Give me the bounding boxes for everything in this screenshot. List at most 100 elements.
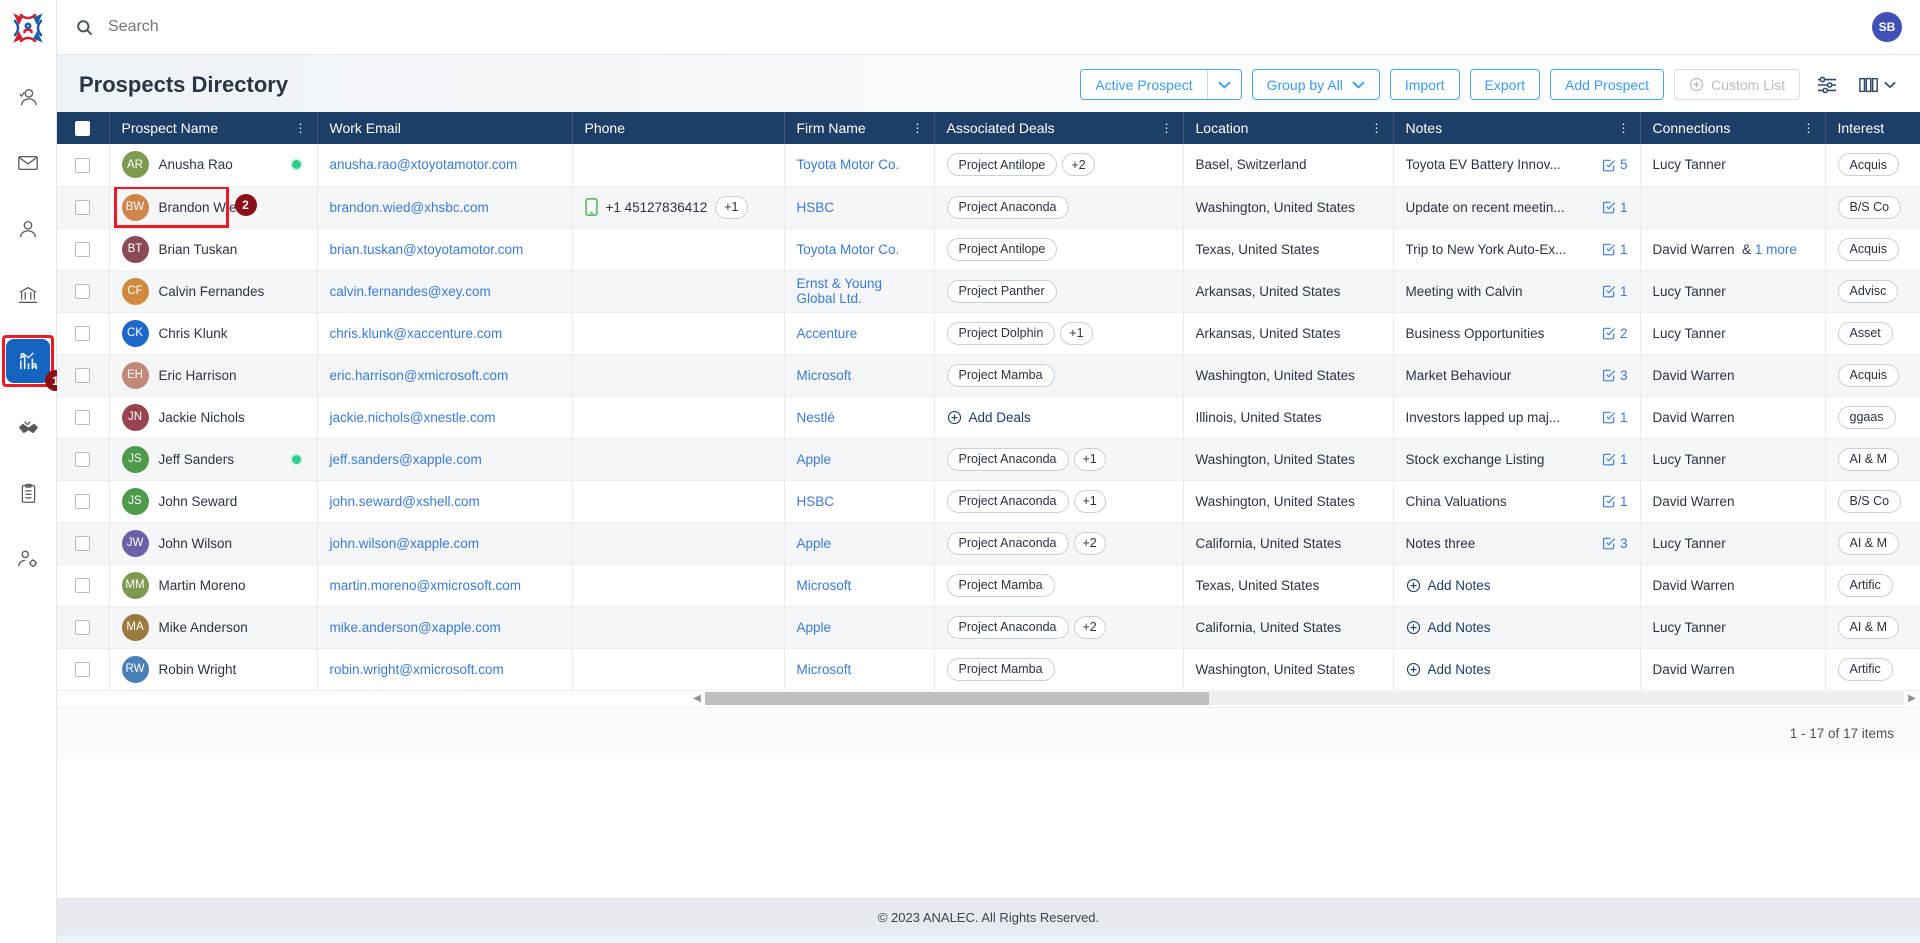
row-select-cell[interactable] (57, 144, 109, 186)
cell-interest[interactable]: Artific (1825, 564, 1920, 606)
cell-prospect-name[interactable]: CK Chris Klunk (109, 312, 317, 354)
cell-work-email[interactable]: robin.wright@xmicrosoft.com (317, 648, 572, 690)
select-all-checkbox[interactable] (75, 121, 90, 136)
cell-firm-name[interactable]: Microsoft (784, 648, 934, 690)
cell-phone[interactable] (572, 354, 784, 396)
email-link[interactable]: mike.anderson@xapple.com (330, 620, 501, 635)
cell-prospect-name[interactable]: BT Brian Tuskan (109, 228, 317, 270)
cell-interest[interactable]: AI & M (1825, 438, 1920, 480)
interest-chip[interactable]: Acquis (1838, 238, 1900, 261)
kebab-menu-icon[interactable]: ⋮ (1161, 126, 1173, 130)
export-button[interactable]: Export (1470, 69, 1540, 100)
note-count[interactable]: 1 (1602, 452, 1628, 467)
email-link[interactable]: jackie.nichols@xnestle.com (330, 410, 496, 425)
table-row[interactable]: BT Brian Tuskan brian.tuskan@xtoyotamoto… (57, 228, 1920, 270)
add-deals-button[interactable]: Add Deals (947, 410, 1171, 425)
column-header-location[interactable]: Location ⋮ (1183, 112, 1393, 144)
table-row[interactable]: AR Anusha Rao anusha.rao@xtoyotamotor.co… (57, 144, 1920, 186)
table-row[interactable]: CF Calvin Fernandes calvin.fernandes@xey… (57, 270, 1920, 312)
cell-notes[interactable]: Trip to New York Auto-Ex... 1 (1393, 228, 1640, 270)
column-header-phone[interactable]: Phone (572, 112, 784, 144)
cell-connections[interactable] (1640, 186, 1825, 228)
cell-work-email[interactable]: martin.moreno@xmicrosoft.com (317, 564, 572, 606)
cell-connections[interactable]: Lucy Tanner (1640, 438, 1825, 480)
cell-firm-name[interactable]: Apple (784, 438, 934, 480)
analec-logo[interactable] (6, 6, 50, 50)
row-checkbox[interactable] (75, 326, 90, 341)
cell-work-email[interactable]: john.wilson@xapple.com (317, 522, 572, 564)
row-checkbox[interactable] (75, 284, 90, 299)
cell-interest[interactable]: Acquis (1825, 354, 1920, 396)
firm-link[interactable]: HSBC (797, 200, 835, 215)
email-link[interactable]: jeff.sanders@xapple.com (330, 452, 482, 467)
prospect-name-label[interactable]: Brian Tuskan (159, 242, 238, 257)
interest-chip[interactable]: Asset (1838, 322, 1893, 345)
column-header-prospect-name[interactable]: Prospect Name ⋮ (109, 112, 317, 144)
cell-associated-deals[interactable]: Project Dolphin+1 (934, 312, 1183, 354)
column-header-associated-deals[interactable]: Associated Deals ⋮ (934, 112, 1183, 144)
column-header-firm-name[interactable]: Firm Name ⋮ (784, 112, 934, 144)
cell-firm-name[interactable]: Microsoft (784, 564, 934, 606)
prospect-name-wrapper[interactable]: RW Robin Wright (122, 656, 305, 683)
cell-interest[interactable]: Acquis (1825, 144, 1920, 186)
notes-wrapper[interactable]: Stock exchange Listing 1 (1406, 452, 1628, 467)
cell-phone[interactable] (572, 648, 784, 690)
active-prospect-label[interactable]: Active Prospect (1081, 70, 1206, 99)
prospect-name-label[interactable]: Martin Moreno (159, 578, 246, 593)
phone-extra-chip[interactable]: +1 (715, 196, 747, 219)
firm-link[interactable]: Apple (797, 620, 832, 635)
prospect-name-wrapper[interactable]: EH Eric Harrison (122, 362, 305, 389)
firm-link[interactable]: Ernst & Young Global Ltd. (797, 276, 922, 306)
cell-prospect-name[interactable]: JN Jackie Nichols (109, 396, 317, 438)
cell-phone[interactable] (572, 270, 784, 312)
notes-wrapper[interactable]: Update on recent meetin... 1 (1406, 200, 1628, 215)
sidebar-item-institutions[interactable] (6, 273, 50, 317)
cell-firm-name[interactable]: Accenture (784, 312, 934, 354)
row-checkbox[interactable] (75, 578, 90, 593)
interest-chip[interactable]: Acquis (1838, 153, 1900, 176)
prospect-name-wrapper[interactable]: CF Calvin Fernandes (122, 278, 305, 305)
sidebar-item-mail[interactable] (6, 141, 50, 185)
column-header-work-email[interactable]: Work Email (317, 112, 572, 144)
cell-connections[interactable]: David Warren (1640, 354, 1825, 396)
cell-firm-name[interactable]: HSBC (784, 186, 934, 228)
prospect-name-label[interactable]: John Wilson (159, 536, 233, 551)
interest-chip[interactable]: ggaas (1838, 406, 1896, 429)
prospect-name-label[interactable]: Calvin Fernandes (159, 284, 265, 299)
scrollbar-track[interactable] (705, 692, 1904, 705)
prospect-name-wrapper[interactable]: JN Jackie Nichols (122, 404, 305, 431)
deal-extra-chip[interactable]: +2 (1074, 616, 1106, 639)
cell-work-email[interactable]: anusha.rao@xtoyotamotor.com (317, 144, 572, 186)
cell-work-email[interactable]: brian.tuskan@xtoyotamotor.com (317, 228, 572, 270)
cell-notes[interactable]: Add Notes (1393, 606, 1640, 648)
table-row[interactable]: MA Mike Anderson mike.anderson@xapple.co… (57, 606, 1920, 648)
notes-wrapper[interactable]: Notes three 3 (1406, 536, 1628, 551)
prospect-name-wrapper[interactable]: JS John Seward (122, 488, 305, 515)
cell-connections[interactable]: Lucy Tanner (1640, 606, 1825, 648)
cell-prospect-name[interactable]: EH Eric Harrison (109, 354, 317, 396)
cell-notes[interactable]: Market Behaviour 3 (1393, 354, 1640, 396)
row-select-cell[interactable] (57, 270, 109, 312)
email-link[interactable]: anusha.rao@xtoyotamotor.com (330, 157, 518, 172)
cell-notes[interactable]: Notes three 3 (1393, 522, 1640, 564)
cell-firm-name[interactable]: HSBC (784, 480, 934, 522)
cell-associated-deals[interactable]: Project Anaconda (934, 186, 1183, 228)
notes-wrapper[interactable]: Investors lapped up maj... 1 (1406, 410, 1628, 425)
cell-work-email[interactable]: john.seward@xshell.com (317, 480, 572, 522)
table-row[interactable]: JS Jeff Sanders jeff.sanders@xapple.com … (57, 438, 1920, 480)
table-row[interactable]: JN Jackie Nichols jackie.nichols@xnestle… (57, 396, 1920, 438)
cell-prospect-name[interactable]: JS John Seward (109, 480, 317, 522)
note-count[interactable]: 1 (1602, 410, 1628, 425)
deal-chip[interactable]: Project Anaconda (947, 616, 1069, 639)
row-select-cell[interactable] (57, 606, 109, 648)
cell-notes[interactable]: Update on recent meetin... 1 (1393, 186, 1640, 228)
cell-phone[interactable] (572, 228, 784, 270)
prospect-name-label[interactable]: Chris Klunk (159, 326, 228, 341)
firm-link[interactable]: Microsoft (797, 578, 852, 593)
row-checkbox[interactable] (75, 494, 90, 509)
search-input[interactable] (108, 18, 528, 36)
deal-chip[interactable]: Project Antilope (947, 238, 1058, 261)
note-count[interactable]: 1 (1602, 242, 1628, 257)
table-row[interactable]: JS John Seward john.seward@xshell.com HS… (57, 480, 1920, 522)
add-notes-button[interactable]: Add Notes (1406, 578, 1628, 593)
